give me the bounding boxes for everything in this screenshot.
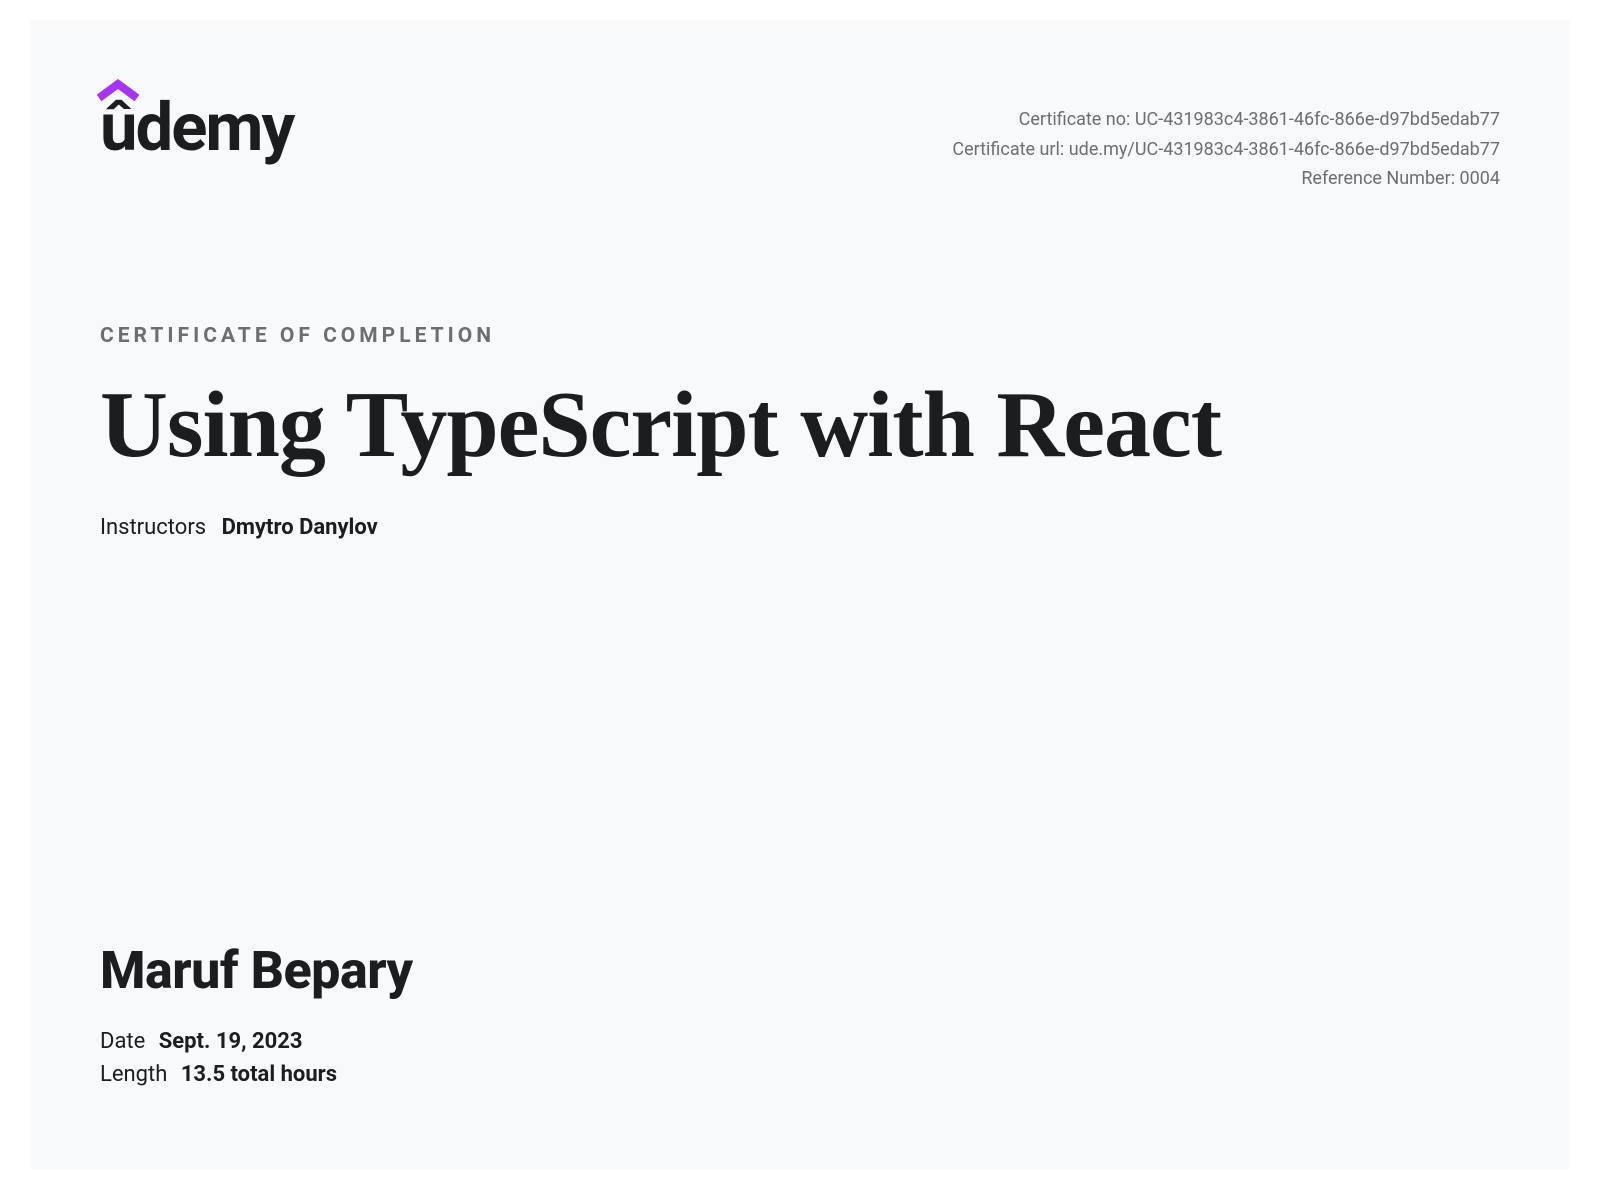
course-title: Using TypeScript with React <box>100 376 1500 475</box>
instructors-row: Instructors Dmytro Danylov <box>100 515 1500 540</box>
certificate-footer: Maruf Bepary Date Sept. 19, 2023 Length … <box>100 940 413 1095</box>
length-label: Length <box>100 1062 167 1087</box>
reference-number-label: Reference Number: <box>1301 168 1455 189</box>
student-name: Maruf Bepary <box>100 940 413 1001</box>
date-row: Date Sept. 19, 2023 <box>100 1029 413 1054</box>
certificate-url-row: Certificate url: ude.my/UC-431983c4-3861… <box>952 135 1500 165</box>
length-row: Length 13.5 total hours <box>100 1062 413 1087</box>
reference-number-row: Reference Number: 0004 <box>952 164 1500 194</box>
date-label: Date <box>100 1029 145 1054</box>
instructors-name: Dmytro Danylov <box>222 515 378 540</box>
certificate-no-label: Certificate no: <box>1019 109 1131 130</box>
certificate-url-label: Certificate url: <box>952 139 1064 160</box>
instructors-label: Instructors <box>100 515 206 540</box>
udemy-logo-text: ûdemy <box>100 95 293 162</box>
date-value: Sept. 19, 2023 <box>159 1029 303 1054</box>
certificate-no-value: UC-431983c4-3861-46fc-866e-d97bd5edab77 <box>1135 109 1500 130</box>
certificate-url-value: ude.my/UC-431983c4-3861-46fc-866e-d97bd5… <box>1069 139 1500 160</box>
reference-number-value: 0004 <box>1460 168 1500 189</box>
length-value: 13.5 total hours <box>181 1062 337 1087</box>
udemy-caret-icon <box>97 78 139 102</box>
certificate-no-row: Certificate no: UC-431983c4-3861-46fc-86… <box>952 105 1500 135</box>
certificate-meta: Certificate no: UC-431983c4-3861-46fc-86… <box>952 105 1500 194</box>
udemy-logo: ûdemy <box>100 95 293 162</box>
certificate-container: ûdemy Certificate no: UC-431983c4-3861-4… <box>30 20 1570 1170</box>
completion-label: CERTIFICATE OF COMPLETION <box>100 324 1500 348</box>
certificate-header: ûdemy Certificate no: UC-431983c4-3861-4… <box>100 95 1500 194</box>
